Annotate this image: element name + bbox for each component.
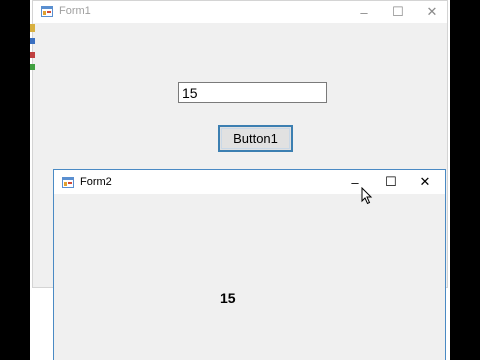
textbox1-input[interactable] [178, 82, 327, 103]
form2-title: Form2 [80, 176, 112, 188]
form-app-icon [62, 177, 74, 188]
form1-titlebar[interactable]: Form1 – ☐ ✕ [33, 1, 447, 23]
label1: 15 [220, 290, 236, 306]
desktop-area: Form1 – ☐ ✕ Button1 Form2 – ☐ ✕ 1 [30, 0, 450, 360]
form2-titlebar[interactable]: Form2 – ☐ ✕ [54, 170, 445, 194]
form2-window[interactable]: Form2 – ☐ ✕ 15 [53, 169, 446, 360]
form-app-icon [41, 6, 53, 17]
form1-title: Form1 [59, 5, 91, 17]
desktop-edge-decoration [30, 24, 35, 70]
button1[interactable]: Button1 [218, 125, 293, 152]
close-icon[interactable]: ✕ [415, 1, 449, 23]
button1-label: Button1 [221, 128, 290, 149]
minimize-icon[interactable]: – [347, 1, 381, 23]
maximize-icon[interactable]: ☐ [381, 1, 415, 23]
close-icon[interactable]: ✕ [408, 171, 442, 193]
mouse-cursor-icon [361, 187, 373, 205]
maximize-icon[interactable]: ☐ [374, 171, 408, 193]
